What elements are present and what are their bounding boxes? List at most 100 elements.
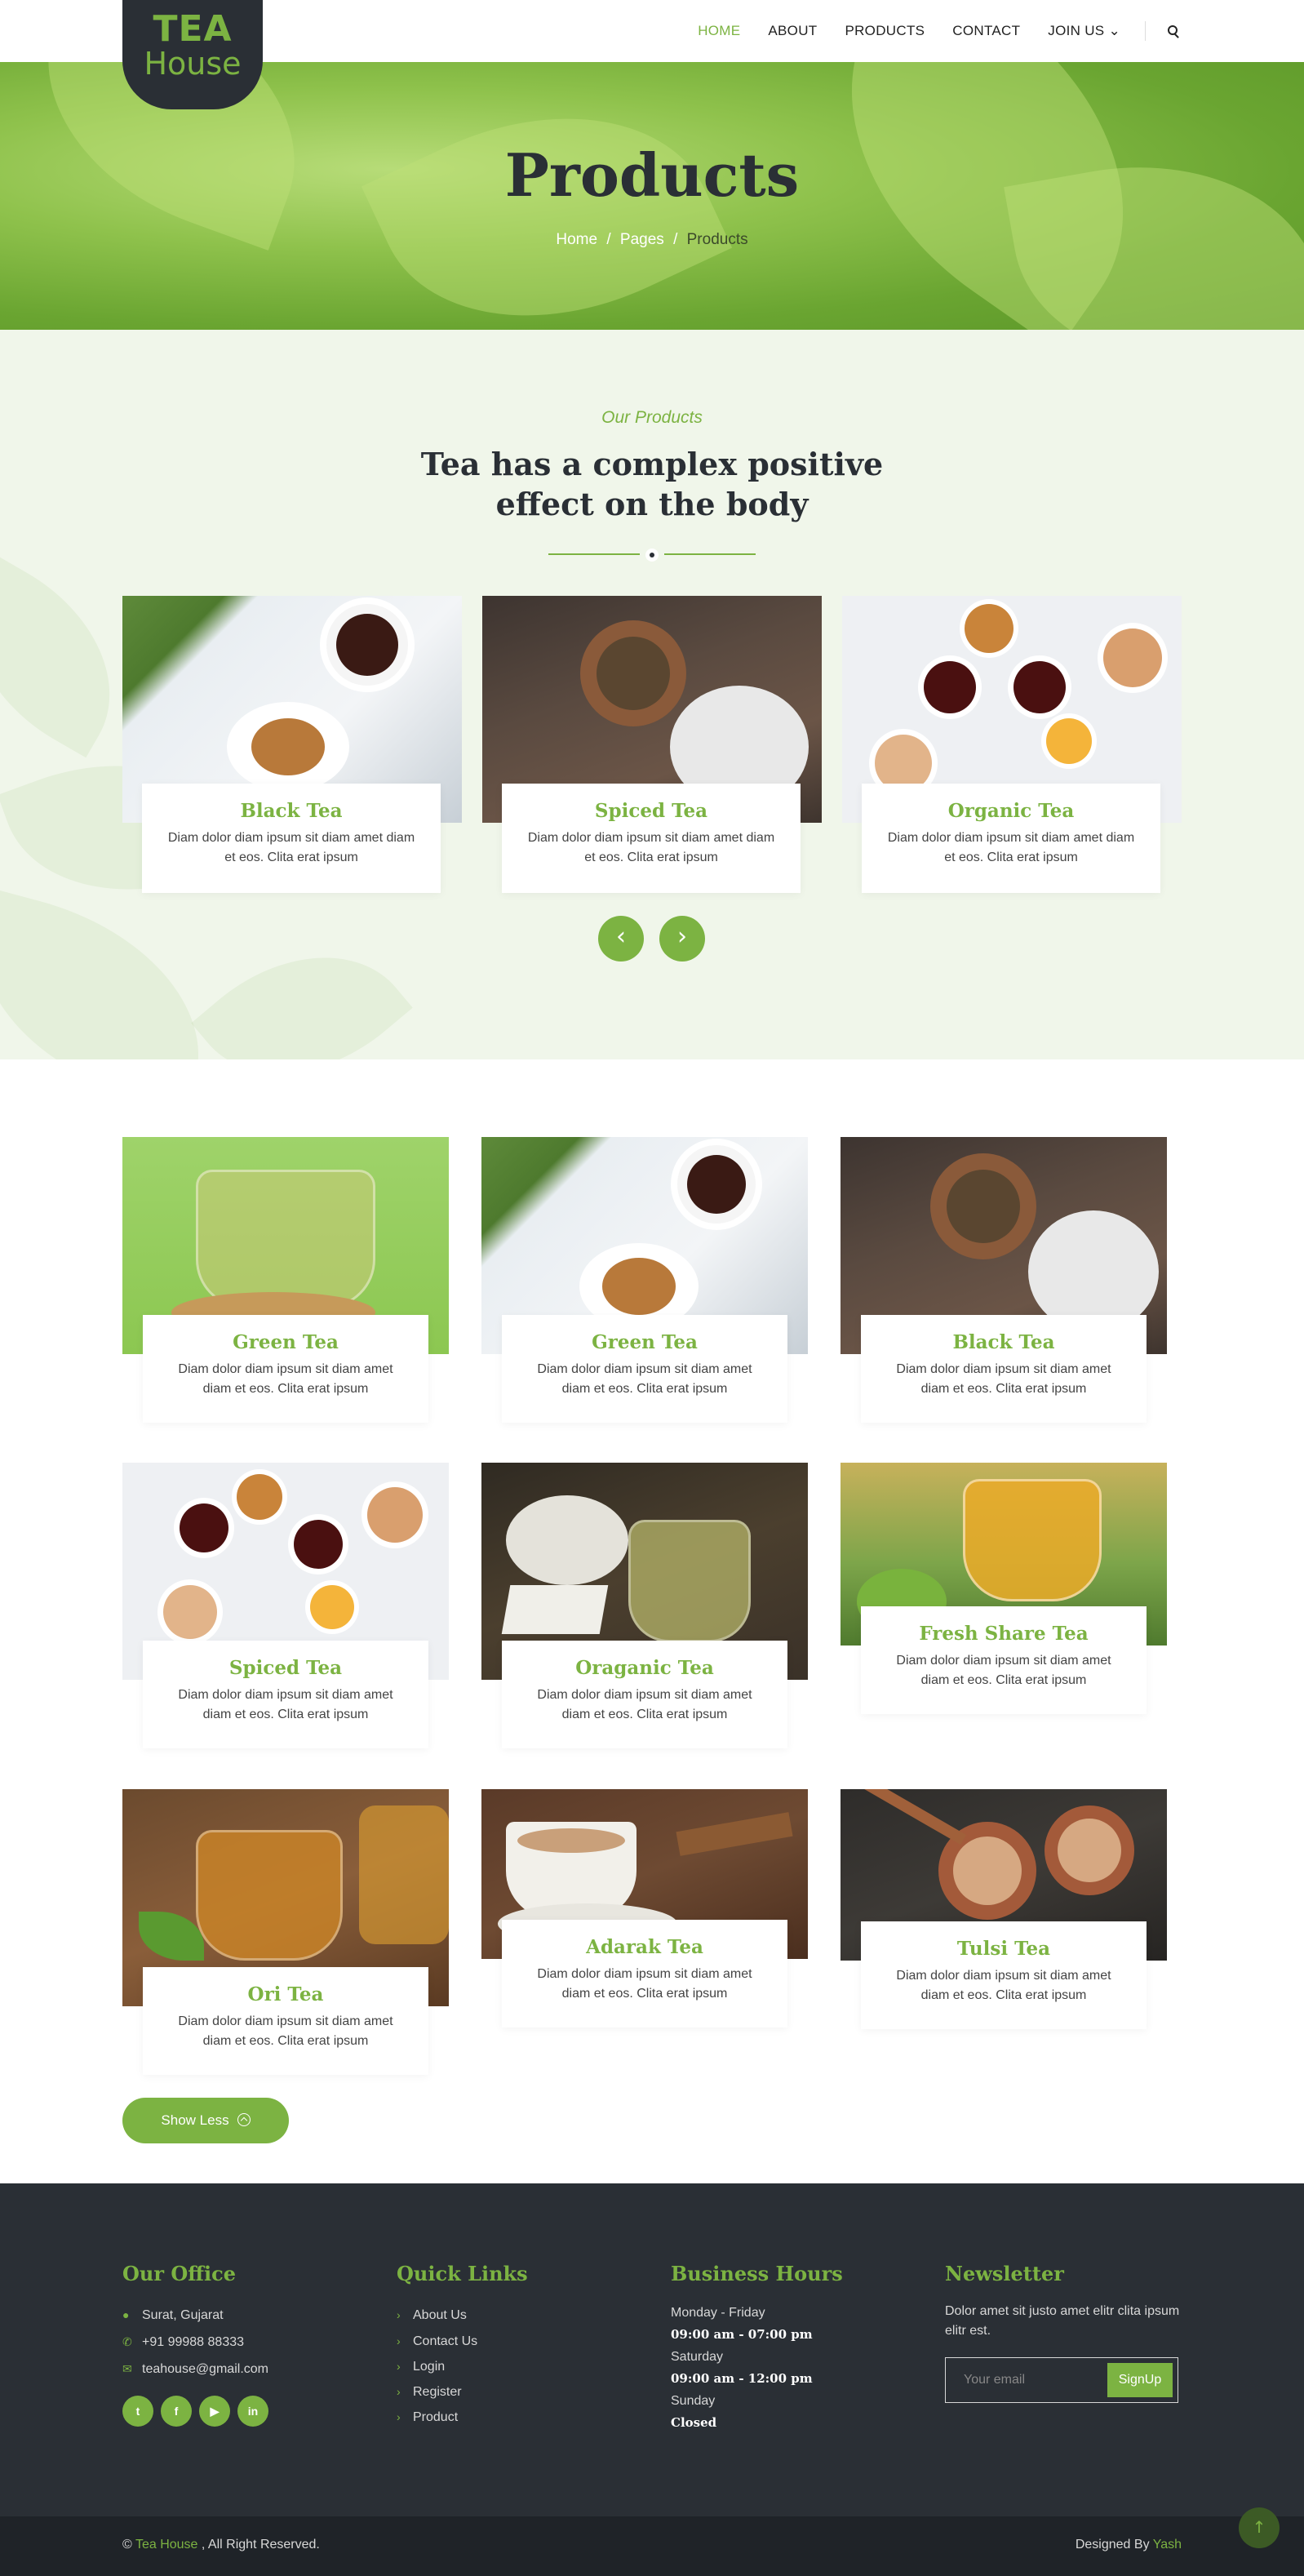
footer-business-hours: Business Hours Monday - Friday 09:00 am … bbox=[671, 2262, 916, 2434]
chevron-right-icon: › bbox=[397, 2334, 401, 2347]
newsletter-form: Your email SignUp bbox=[945, 2357, 1178, 2403]
product-description: Diam dolor diam ipsum sit diam amet diam… bbox=[537, 1688, 752, 1721]
hours-day: Sunday bbox=[671, 2394, 716, 2408]
hours-time-text: 09:00 am - 12:00 pm bbox=[671, 2371, 813, 2386]
product-card[interactable]: Oraganic Tea Diam dolor diam ipsum sit d… bbox=[481, 1463, 808, 1752]
envelope-icon: ✉ bbox=[122, 2362, 132, 2375]
carousel-next-button[interactable]: › bbox=[659, 916, 705, 962]
lemon-shape bbox=[310, 1585, 354, 1629]
search-icon[interactable] bbox=[1165, 23, 1182, 39]
breadcrumb-pages[interactable]: Pages bbox=[620, 231, 664, 248]
arrow-up-circle-icon bbox=[237, 2113, 251, 2126]
plate-shape bbox=[227, 702, 349, 792]
signup-button[interactable]: SignUp bbox=[1107, 2363, 1173, 2397]
address-text: Surat, Gujarat bbox=[142, 2308, 224, 2322]
cup-shape bbox=[163, 1585, 217, 1639]
product-description: Diam dolor diam ipsum sit diam amet diam… bbox=[887, 831, 1135, 864]
product-title: Fresh Share Tea bbox=[919, 1623, 1089, 1645]
quick-link[interactable]: › Register bbox=[397, 2379, 641, 2405]
logo-line2: House bbox=[144, 46, 242, 82]
office-address: ● Surat, Gujarat bbox=[122, 2302, 367, 2329]
product-card[interactable]: Fresh Share Tea Diam dolor diam ipsum si… bbox=[841, 1463, 1167, 1752]
footer-heading: Our Office bbox=[122, 2262, 236, 2285]
product-description: Diam dolor diam ipsum sit diam amet diam… bbox=[537, 1967, 752, 2001]
footer: Our Office ● Surat, Gujarat ✆ +91 99988 88… bbox=[0, 2183, 1304, 2516]
section-title-line2: effect on the body bbox=[495, 486, 809, 522]
section-title-line1: Tea has a complex positive bbox=[420, 446, 884, 482]
quick-link[interactable]: › Login bbox=[397, 2354, 641, 2379]
cup-shape bbox=[1103, 628, 1162, 687]
hours-day: Monday - Friday bbox=[671, 2306, 765, 2320]
nav-divider bbox=[1145, 21, 1146, 41]
quick-link[interactable]: › Product bbox=[397, 2405, 641, 2430]
newsletter-text: Dolor amet sit justo amet elitr clita ip… bbox=[945, 2304, 1180, 2338]
product-info: Spiced Tea Diam dolor diam ipsum sit dia… bbox=[143, 1641, 428, 1748]
cup-shape bbox=[367, 1487, 423, 1543]
cup-shape bbox=[1045, 1805, 1134, 1895]
cup-shape bbox=[924, 661, 976, 713]
nav-products[interactable]: PRODUCTS bbox=[845, 23, 925, 39]
cup-shape bbox=[965, 604, 1013, 653]
copyright-text: © Tea House , All Right Reserved. bbox=[122, 2538, 320, 2552]
cup-shape bbox=[1013, 661, 1066, 713]
twitter-icon[interactable]: t bbox=[122, 2396, 153, 2427]
show-less-button[interactable]: Show Less bbox=[122, 2098, 289, 2143]
product-card[interactable]: Ori Tea Diam dolor diam ipsum sit diam a… bbox=[122, 1789, 449, 2079]
chevron-right-icon: › bbox=[397, 2385, 401, 2398]
product-card[interactable]: Black Tea Diam dolor diam ipsum sit diam… bbox=[122, 596, 462, 898]
facebook-icon[interactable]: f bbox=[161, 2396, 192, 2427]
nav-about[interactable]: ABOUT bbox=[768, 23, 817, 39]
copyright-brand-link[interactable]: Tea House bbox=[135, 2538, 198, 2552]
product-description: Diam dolor diam ipsum sit diam amet diam… bbox=[167, 831, 415, 864]
nav-home[interactable]: HOME bbox=[698, 23, 740, 39]
chevron-right-icon: › bbox=[397, 2360, 401, 2373]
quick-link-label: Contact Us bbox=[413, 2334, 478, 2348]
map-marker-icon: ● bbox=[122, 2308, 130, 2321]
product-description: Diam dolor diam ipsum sit diam amet diam… bbox=[178, 1688, 393, 1721]
product-title: Spiced Tea bbox=[228, 1657, 343, 1679]
separator-line bbox=[664, 553, 756, 555]
navbar: TEA House HOME ABOUT PRODUCTS CONTACT JO… bbox=[0, 0, 1304, 109]
product-info: Ori Tea Diam dolor diam ipsum sit diam a… bbox=[143, 1967, 428, 2075]
product-card[interactable]: Black Tea Diam dolor diam ipsum sit diam… bbox=[841, 1137, 1167, 1427]
breadcrumb-home[interactable]: Home bbox=[556, 231, 597, 248]
nav-contact[interactable]: CONTACT bbox=[952, 23, 1020, 39]
product-card[interactable]: Organic Tea Diam dolor diam ipsum sit di… bbox=[842, 596, 1182, 898]
product-description: Diam dolor diam ipsum sit diam amet diam… bbox=[896, 1969, 1111, 2002]
product-title: Oraganic Tea bbox=[575, 1657, 714, 1679]
product-card[interactable]: Adarak Tea Diam dolor diam ipsum sit dia… bbox=[481, 1789, 808, 2079]
quick-link-label: About Us bbox=[413, 2308, 467, 2322]
carousel-prev-button[interactable]: ‹ bbox=[598, 916, 644, 962]
product-description: Diam dolor diam ipsum sit diam amet diam… bbox=[527, 831, 775, 864]
product-card[interactable]: Green Tea Diam dolor diam ipsum sit diam… bbox=[122, 1137, 449, 1427]
product-title: Organic Tea bbox=[947, 800, 1075, 822]
product-card[interactable]: Green Tea Diam dolor diam ipsum sit diam… bbox=[481, 1137, 808, 1427]
newsletter-email-input[interactable]: Your email bbox=[964, 2373, 1025, 2387]
copyright-suffix: , All Right Reserved. bbox=[201, 2538, 320, 2552]
linkedin-icon[interactable]: in bbox=[237, 2396, 268, 2427]
product-card[interactable]: Spiced Tea Diam dolor diam ipsum sit dia… bbox=[482, 596, 822, 898]
title-separator bbox=[548, 549, 756, 562]
product-info: Tulsi Tea Diam dolor diam ipsum sit diam… bbox=[861, 1921, 1147, 2029]
footer-newsletter: Newsletter Dolor amet sit justo amet eli… bbox=[945, 2262, 1190, 2403]
youtube-icon[interactable]: ▶ bbox=[199, 2396, 230, 2427]
breadcrumb-separator: / bbox=[673, 231, 678, 248]
cup-shape bbox=[580, 620, 686, 726]
leaf-decoration bbox=[0, 888, 229, 1059]
nav-join-us[interactable]: JOIN US ⌄ bbox=[1048, 23, 1120, 39]
leaf-decoration bbox=[191, 908, 413, 1059]
product-title: Green Tea bbox=[233, 1331, 339, 1353]
product-card[interactable]: Tulsi Tea Diam dolor diam ipsum sit diam… bbox=[841, 1789, 1167, 2079]
jar-shape bbox=[359, 1805, 449, 1944]
designer-link[interactable]: Yash bbox=[1153, 2538, 1182, 2552]
product-title: Adarak Tea bbox=[586, 1936, 703, 1958]
quick-link[interactable]: › About Us bbox=[397, 2302, 641, 2329]
back-to-top-button[interactable]: ↑ bbox=[1239, 2507, 1280, 2548]
separator-line bbox=[548, 553, 640, 555]
designed-by-label: Designed By bbox=[1075, 2538, 1150, 2552]
chevron-right-icon: › bbox=[397, 2308, 401, 2321]
logo-line1: TEA bbox=[153, 8, 233, 50]
product-card[interactable]: Spiced Tea Diam dolor diam ipsum sit dia… bbox=[122, 1463, 449, 1752]
logo[interactable]: TEA House bbox=[122, 0, 263, 109]
quick-link[interactable]: › Contact Us bbox=[397, 2329, 641, 2354]
